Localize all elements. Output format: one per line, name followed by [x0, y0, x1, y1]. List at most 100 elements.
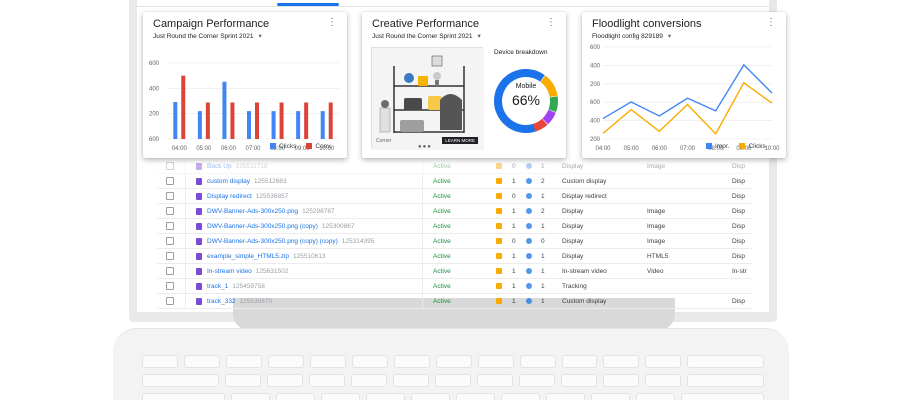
status-cell: Active [433, 238, 451, 245]
x-tick-label: 07:00 [245, 146, 261, 152]
top-bar-divider [137, 6, 769, 7]
column-divider [185, 279, 186, 294]
creative-name-link[interactable]: DWV-Banner-Ads-300x250.png 125298787 [207, 208, 335, 215]
placement-type-cell: Disp [732, 298, 746, 305]
placement-type-cell: In-str [732, 268, 747, 275]
table-row[interactable]: track_332 125530870 Active 1 1 Custom display… [157, 294, 752, 309]
donut-center-value: 66% [511, 92, 541, 108]
placement-type-cell: Disp [732, 193, 746, 200]
y-tick-label: 600 [590, 45, 601, 51]
count-cell: 1 [541, 163, 545, 170]
creative-name-link[interactable]: Back Up 125511718 [207, 163, 268, 170]
table-row[interactable]: Back Up 125511718 Active 0 1 Display Image Disp [157, 159, 752, 174]
calendar-icon [496, 253, 502, 259]
format-cell: Video [647, 268, 664, 275]
creative-id: 125298787 [302, 208, 335, 215]
creative-name-link[interactable]: Display redirect 125536857 [207, 193, 288, 200]
table-row[interactable]: track_1 125459758 Active 1 1 Tracking [157, 279, 752, 294]
creative-name-link[interactable]: example_simple_HTML5.zip 125510613 [207, 253, 326, 260]
legend-label: Conv. [315, 143, 332, 150]
column-divider [185, 234, 186, 249]
creative-id: 125631502 [255, 268, 289, 275]
creative-type-cell: Custom display [562, 298, 607, 305]
table-row[interactable]: example_simple_HTML5.zip 125510613 Active 1… [157, 249, 752, 264]
count-cell: 1 [512, 298, 516, 305]
table-row[interactable]: Display redirect 125536857 Active 0 1 Display… [157, 189, 752, 204]
creative-name-link[interactable]: track_1 125459758 [207, 283, 265, 290]
count-cell: 1 [512, 253, 516, 260]
creative-file-icon [196, 208, 202, 215]
creative-id: 125536857 [255, 193, 289, 200]
status-cell: Active [433, 163, 451, 170]
row-checkbox[interactable] [166, 267, 174, 275]
row-checkbox[interactable] [166, 252, 174, 260]
count-cell: 0 [512, 163, 516, 170]
row-checkbox[interactable] [166, 207, 174, 215]
row-checkbox[interactable] [166, 192, 174, 200]
count-cell: 1 [541, 193, 545, 200]
creative-file-icon [196, 253, 202, 260]
bar-clicks [247, 111, 251, 139]
row-checkbox[interactable] [166, 237, 174, 245]
creative-id: 125314395 [341, 238, 375, 245]
campaign-performance-card: Campaign Performance Just Round the Corn… [143, 12, 347, 158]
creative-id: 125512683 [254, 178, 287, 185]
legend-label: Impr. [715, 143, 730, 150]
format-cell: Image [647, 223, 666, 230]
creative-table: Back Up 125511718 Active 0 1 Display Image Disp… [157, 159, 752, 309]
bar-clicks [197, 111, 202, 139]
column-divider [422, 234, 423, 249]
creative-file-icon [196, 283, 202, 290]
campaign-bar-chart: 60040020060004:00 05:00 06:00 07:00 08:00 09:… [149, 61, 339, 152]
creative-name-link[interactable]: DWV-Banner-Ads-300x250.png (copy) (copy)… [207, 238, 374, 245]
bar-clicks [320, 111, 325, 139]
column-divider [422, 189, 423, 204]
x-tick-label: 04:00 [172, 146, 188, 152]
count-cell: 1 [512, 283, 516, 290]
count-cell: 1 [541, 223, 545, 230]
calendar-icon [496, 268, 502, 274]
table-row[interactable]: DWV-Banner-Ads-300x250.png (copy) (copy)… [157, 234, 752, 249]
status-cell: Active [433, 298, 451, 305]
format-cell: Image [647, 238, 666, 245]
calendar-icon [496, 223, 502, 229]
creative-name-link[interactable]: DWV-Banner-Ads-300x250.png (copy) 1253008… [207, 223, 354, 230]
count-cell: 0 [541, 238, 545, 245]
count-cell: 0 [512, 193, 516, 200]
placement-type-cell: Disp [732, 253, 746, 260]
creative-name-link[interactable]: In-stream video 125631502 [207, 268, 288, 275]
row-checkbox[interactable] [166, 162, 174, 170]
active-tab-indicator[interactable] [277, 3, 339, 6]
bar-conv [230, 102, 235, 139]
stage: Back Up 125511718 Active 0 1 Display Image Disp… [0, 0, 900, 400]
creative-type-cell: Display [562, 163, 584, 170]
creative-id: 125511718 [235, 163, 268, 170]
format-cell: Image [647, 208, 666, 215]
creative-file-icon [196, 238, 202, 245]
count-cell: 1 [512, 178, 516, 185]
status-cell: Active [433, 223, 451, 230]
link-icon [526, 223, 532, 229]
chart-legend: Impr. Clicks [706, 143, 766, 150]
column-divider [422, 264, 423, 279]
creative-name: track_332 [207, 298, 236, 305]
table-row[interactable]: DWV-Banner-Ads-300x250.png (copy) 1253008… [157, 219, 752, 234]
y-tick-label: 200 [149, 112, 160, 118]
creative-name-link[interactable]: track_332 125530870 [207, 298, 272, 305]
row-checkbox[interactable] [166, 297, 174, 305]
creative-name-link[interactable]: custom display 125512683 [207, 178, 287, 185]
row-checkbox[interactable] [166, 222, 174, 230]
series-line-impr [602, 63, 773, 120]
row-checkbox[interactable] [166, 177, 174, 185]
row-checkbox[interactable] [166, 282, 174, 290]
table-row[interactable]: DWV-Banner-Ads-300x250.png 125298787 Activ… [157, 204, 752, 219]
table-row[interactable]: In-stream video 125631502 Active 1 1 In-strea… [157, 264, 752, 279]
bar-conv [304, 102, 309, 139]
link-icon [526, 298, 532, 304]
creative-performance-card: Creative Performance Just Round the Corn… [362, 12, 566, 158]
bar-conv [181, 75, 186, 139]
status-cell: Active [433, 253, 451, 260]
x-tick-label: 10:00 [764, 146, 780, 152]
count-cell: 1 [541, 268, 545, 275]
table-row[interactable]: custom display 125512683 Active 1 2 Custom di… [157, 174, 752, 189]
